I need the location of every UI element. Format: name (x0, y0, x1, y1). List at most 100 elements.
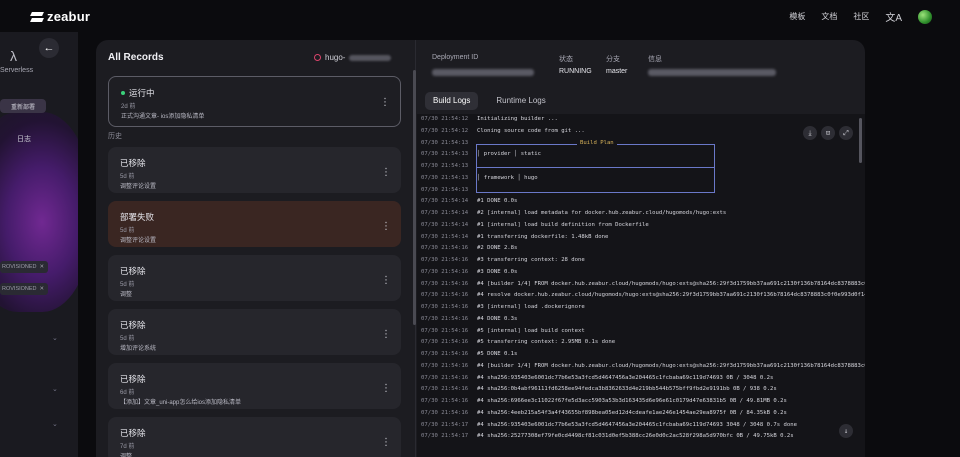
log-timestamp: 07/30 21:54:16 (421, 327, 469, 334)
log-text: #4 sha256:0b4abf96111fd6258ee94fedca3b83… (477, 386, 777, 393)
more-options-icon[interactable]: ⋮ (381, 437, 391, 448)
chip-label: ROVISIONED (2, 264, 37, 270)
tab-build-logs[interactable]: Build Logs (425, 92, 479, 110)
running-dot-icon (121, 91, 125, 95)
log-timestamp: 07/30 21:54:16 (421, 362, 469, 369)
deployment-age: 5d 前 (120, 174, 135, 180)
log-text: #1 DONE 0.0s (477, 198, 518, 205)
log-timestamp: 07/30 21:54:16 (421, 280, 469, 287)
log-label[interactable]: 日志 (17, 134, 31, 144)
current-deployment-card[interactable]: 运行中 2d 前 正式沟通文章- ios添加隐私清单 ⋮ (108, 76, 401, 127)
log-scrollbar[interactable] (859, 118, 862, 163)
deployment-age: 5d 前 (120, 336, 135, 342)
close-icon[interactable]: ✕ (40, 264, 45, 270)
log-text: #2 [internal] load metadata for docker.h… (477, 210, 727, 216)
deployment-age: 5d 前 (120, 282, 135, 288)
log-timestamp: 07/30 21:54:16 (421, 351, 469, 357)
avatar[interactable] (918, 9, 932, 24)
log-line: 07/30 21:54:16 #4 sha256:935403e6001dc77b… (421, 375, 773, 385)
nav-community[interactable]: 社区 (853, 11, 869, 22)
close-icon[interactable]: ✕ (40, 286, 45, 292)
arrow-left-icon: ← (43, 42, 55, 54)
log-timestamp: 07/30 21:54:13 (421, 186, 469, 193)
log-line: 07/30 21:54:16 #5 DONE 0.1s (421, 351, 517, 361)
redacted-repo-suffix (349, 54, 392, 61)
top-nav: 模板 文档 社区 文A (789, 9, 932, 24)
log-text: #3 transferring context: 28 done (477, 257, 585, 263)
log-line: 07/30 21:54:14 #1 transferring dockerfile… (421, 234, 608, 244)
fullscreen-icon[interactable]: ⤢ (839, 126, 853, 140)
log-line: 07/30 21:54:16 #5 transferring context: 2… (421, 339, 615, 349)
scroll-to-bottom-button[interactable]: ↓ (839, 424, 853, 438)
more-options-icon[interactable]: ⋮ (381, 383, 391, 394)
deployment-age: 2d 前 (121, 104, 136, 110)
redeploy-button[interactable]: 重新部署 (0, 99, 46, 113)
provisioned-chip[interactable]: ROVISIONED ✕ (0, 261, 48, 273)
chevron-down-icon[interactable]: ⌄ (52, 385, 58, 393)
log-line: 07/30 21:54:14 #1 DONE 0.0s (421, 198, 517, 208)
nav-templates[interactable]: 模板 (789, 11, 805, 22)
deployment-status: 已移除 (120, 428, 146, 438)
log-timestamp: 07/30 21:54:14 (421, 233, 469, 240)
log-text: #4 DONE 0.3s (477, 315, 518, 322)
log-timestamp: 07/30 21:54:16 (421, 398, 469, 404)
commit-message: 调整 (120, 292, 133, 298)
log-line: 07/30 21:54:17 #4 sha256:935403e6001dc77b… (421, 422, 797, 432)
chevron-down-icon[interactable]: ⌄ (52, 334, 58, 342)
chip-label: ROVISIONED (2, 286, 37, 292)
log-text: #5 transferring context: 2.95MB 0.1s don… (477, 339, 616, 346)
log-timestamp: 07/30 21:54:16 (421, 268, 469, 275)
log-line: 07/30 21:54:12 Initializing builder ... (421, 116, 558, 126)
log-line: 07/30 21:54:16 #3 [internal] load .docker… (421, 304, 585, 314)
deployment-status: 已移除 (120, 266, 146, 276)
build-log-viewer[interactable]: 07/30 21:54:12 Initializing builder ... 07… (417, 114, 865, 457)
download-icon[interactable]: ⤓ (803, 126, 817, 140)
service-glow (0, 112, 78, 312)
more-options-icon[interactable]: ⋮ (381, 329, 391, 340)
records-title: All Records (108, 52, 164, 63)
log-timestamp: 07/30 21:54:16 (421, 315, 469, 322)
log-text: #4 sha256:6966ee3c11022f67fe5d3acc5903a5… (477, 398, 787, 404)
build-plan-title: Build Plan (577, 140, 617, 146)
deployment-status: 已移除 (120, 320, 146, 330)
provisioned-chip[interactable]: ROVISIONED ✕ (0, 283, 48, 295)
back-button[interactable]: ← (39, 38, 59, 58)
nav-docs[interactable]: 文档 (821, 11, 837, 22)
deployment-age: 7d 前 (120, 444, 135, 450)
record-card[interactable]: 已移除 5d 前 调整评论设置 ⋮ (108, 147, 401, 193)
redacted-info (648, 69, 776, 76)
log-timestamp: 07/30 21:54:14 (421, 221, 469, 228)
tab-runtime-logs[interactable]: Runtime Logs (488, 92, 553, 110)
more-options-icon[interactable]: ⋮ (381, 221, 391, 232)
repo-icon (314, 54, 321, 61)
record-card[interactable]: 已移除 6d 前 【添加】文章_uni-app怎么给ios添加隐私清单 ⋮ (108, 363, 401, 409)
log-line: 07/30 21:54:16 #4 DONE 0.3s (421, 316, 517, 326)
redacted-deployment-id (432, 69, 534, 76)
deployment-id-label: Deployment ID (432, 54, 479, 61)
log-text: #2 DONE 2.8s (477, 245, 518, 252)
log-line: 07/30 21:54:13 (421, 187, 477, 197)
log-text: #4 sha256:4eeb215a54f3a4f43655bf898bea05… (477, 409, 787, 416)
log-line: 07/30 21:54:14 #2 [internal] load metadat… (421, 210, 726, 220)
brand-logo[interactable]: zeabur (31, 9, 90, 24)
translate-icon[interactable]: 文A (885, 9, 902, 24)
log-timestamp: 07/30 21:54:13 (421, 151, 469, 158)
chevron-down-icon[interactable]: ⌄ (52, 420, 58, 428)
lock-icon[interactable]: ⊡ (821, 126, 835, 140)
record-card[interactable]: 已移除 5d 前 调整 ⋮ (108, 255, 401, 301)
records-list: All Records hugo- 运行中 2d 前 正式沟通文章- ios添加… (96, 40, 416, 457)
records-scrollbar[interactable] (413, 70, 416, 325)
log-timestamp: 07/30 21:54:16 (421, 304, 469, 310)
deployment-age: 5d 前 (120, 228, 135, 234)
more-options-icon[interactable]: ⋮ (381, 167, 391, 178)
more-options-icon[interactable]: ⋮ (381, 275, 391, 286)
log-tabs: Build Logs Runtime Logs (425, 92, 554, 110)
log-timestamp: 07/30 21:54:16 (421, 386, 469, 393)
record-card[interactable]: 已移除 7d 前 调整 ⋮ (108, 417, 401, 457)
commit-message: 调整 (120, 454, 133, 457)
record-card-failed[interactable]: 部署失败 5d 前 调整评论设置 ⋮ (108, 201, 401, 247)
record-card[interactable]: 已移除 5d 前 增加评论系统 ⋮ (108, 309, 401, 355)
repo-selector[interactable]: hugo- (314, 53, 392, 62)
log-line: 07/30 21:54:16 #3 transferring context: 2… (421, 257, 585, 267)
more-options-icon[interactable]: ⋮ (380, 97, 390, 108)
